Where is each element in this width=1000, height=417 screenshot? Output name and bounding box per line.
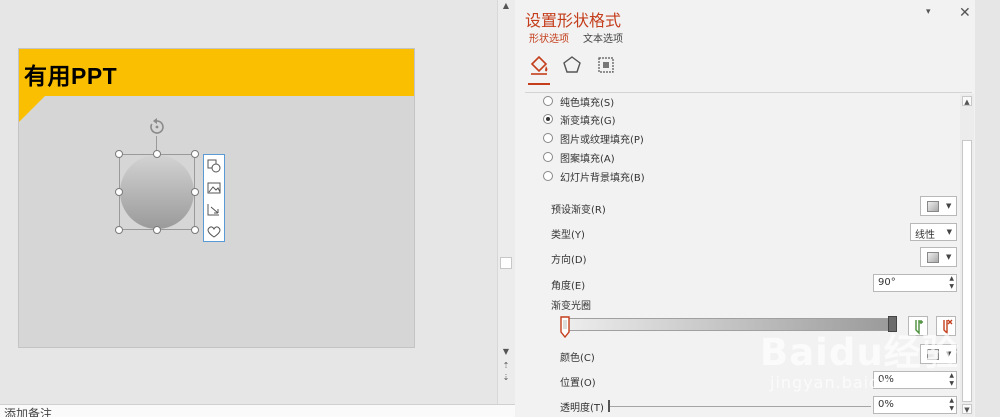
radio-gradient-fill[interactable]: 渐变填充(G) [543, 111, 616, 127]
previous-slide-icon[interactable]: ⇡ [502, 362, 510, 370]
radio-button[interactable] [543, 114, 553, 124]
transparency-slider-track[interactable] [609, 406, 871, 407]
quick-tools-bar [203, 154, 225, 242]
preset-gradient-dropdown[interactable]: ▼ [920, 196, 957, 216]
crop-icon[interactable] [204, 199, 224, 221]
spinner-arrows-icon[interactable]: ▲ ▼ [949, 275, 954, 291]
position-value: 0% [878, 374, 894, 385]
radio-button[interactable] [543, 152, 553, 162]
transparency-spinner[interactable]: 0% ▲ ▼ [873, 396, 957, 414]
scroll-up-arrow-icon[interactable]: ▲ [502, 2, 510, 10]
type-dropdown[interactable]: 线性 ▼ [910, 223, 957, 241]
slide-title[interactable]: 有用PPT [24, 57, 117, 91]
radio-label: 渐变填充(G) [560, 115, 616, 127]
circle-shape[interactable] [120, 155, 194, 229]
position-spinner[interactable]: 0% ▲ ▼ [873, 371, 957, 389]
gradient-stop[interactable] [888, 316, 897, 332]
transparency-value: 0% [878, 399, 894, 410]
radio-button[interactable] [543, 96, 553, 106]
radio-solid-fill[interactable]: 纯色填充(S) [543, 93, 614, 109]
resize-handle-ne[interactable] [191, 150, 199, 158]
banner-corner [19, 96, 45, 122]
radio-button[interactable] [543, 133, 553, 143]
fill-line-icon[interactable] [528, 54, 550, 76]
shape-styles-icon[interactable] [204, 155, 224, 177]
radio-button[interactable] [543, 171, 553, 181]
heart-icon[interactable] [204, 221, 224, 243]
tab-shape-options[interactable]: 形状选项 [529, 30, 569, 45]
spinner-arrows-icon[interactable]: ▲ ▼ [949, 372, 954, 388]
format-shape-pane: 设置形状格式 ▾ ✕ 形状选项 文本选项 ▲ ▼ 纯色填充(S) 渐变填充(G)… [515, 0, 975, 417]
radio-label: 纯色填充(S) [560, 97, 615, 109]
rotate-handle-icon[interactable] [148, 118, 166, 136]
gradient-stop-selected[interactable] [560, 316, 570, 338]
pane-scroll-down-icon[interactable]: ▼ [962, 404, 972, 414]
remove-gradient-stop-icon[interactable] [936, 316, 956, 336]
pane-title: 设置形状格式 [525, 11, 622, 30]
scroll-down-arrow-icon[interactable]: ▼ [502, 348, 510, 356]
add-gradient-stop-icon[interactable] [908, 316, 928, 336]
resize-handle-nw[interactable] [115, 150, 123, 158]
spinner-arrows-icon[interactable]: ▲ ▼ [949, 397, 954, 413]
notes-pane[interactable]: 添加备注 [0, 404, 515, 417]
radio-label: 图案填充(A) [560, 153, 615, 165]
position-label: 位置(O) [560, 378, 596, 389]
gradient-stops-bar[interactable] [565, 318, 893, 331]
chevron-down-icon: ▼ [946, 253, 952, 261]
radio-label: 图片或纹理填充(P) [560, 134, 644, 146]
transparency-slider-thumb[interactable] [608, 400, 610, 412]
vertical-scrollbar[interactable] [497, 0, 515, 404]
angle-label: 角度(E) [551, 281, 586, 292]
resize-handle-se[interactable] [191, 226, 199, 234]
angle-spinner[interactable]: 90° ▲ ▼ [873, 274, 957, 292]
pane-scroll-up-icon[interactable]: ▲ [962, 96, 972, 106]
type-label: 类型(Y) [551, 230, 585, 241]
radio-picture-fill[interactable]: 图片或纹理填充(P) [543, 130, 644, 146]
effects-icon[interactable] [561, 54, 583, 76]
radio-background-fill[interactable]: 幻灯片背景填充(B) [543, 168, 645, 184]
direction-swatch [927, 252, 939, 263]
size-properties-icon[interactable] [595, 54, 617, 76]
close-icon[interactable]: ✕ [959, 5, 971, 21]
resize-handle-s[interactable] [153, 226, 161, 234]
tab-text-options[interactable]: 文本选项 [583, 30, 623, 45]
chevron-down-icon: ▼ [946, 350, 952, 358]
gradient-swatch [927, 201, 939, 212]
active-tab-indicator [528, 83, 550, 85]
next-slide-icon[interactable]: ⇣ [502, 374, 510, 382]
gradient-stops-label: 渐变光圈 [551, 301, 591, 312]
radio-pattern-fill[interactable]: 图案填充(A) [543, 149, 615, 165]
chevron-down-icon: ▼ [946, 228, 952, 236]
resize-handle-e[interactable] [191, 188, 199, 196]
pane-menu-icon[interactable]: ▾ [926, 7, 931, 17]
angle-value: 90° [878, 277, 896, 288]
pane-scroll-thumb[interactable] [962, 140, 972, 402]
notes-placeholder[interactable]: 添加备注 [4, 405, 52, 417]
direction-label: 方向(D) [551, 255, 587, 266]
type-value: 线性 [915, 230, 935, 241]
color-label: 颜色(C) [560, 353, 595, 364]
resize-handle-w[interactable] [115, 188, 123, 196]
chevron-down-icon: ▼ [946, 202, 952, 210]
preset-gradient-label: 预设渐变(R) [551, 205, 606, 216]
resize-handle-sw[interactable] [115, 226, 123, 234]
direction-dropdown[interactable]: ▼ [920, 247, 957, 267]
color-swatch [927, 349, 939, 360]
color-dropdown[interactable]: ▼ [920, 344, 957, 364]
picture-icon[interactable] [204, 177, 224, 199]
transparency-label: 透明度(T) [560, 403, 604, 414]
radio-label: 幻灯片背景填充(B) [560, 172, 645, 184]
scroll-thumb[interactable] [500, 257, 512, 269]
resize-handle-n[interactable] [153, 150, 161, 158]
